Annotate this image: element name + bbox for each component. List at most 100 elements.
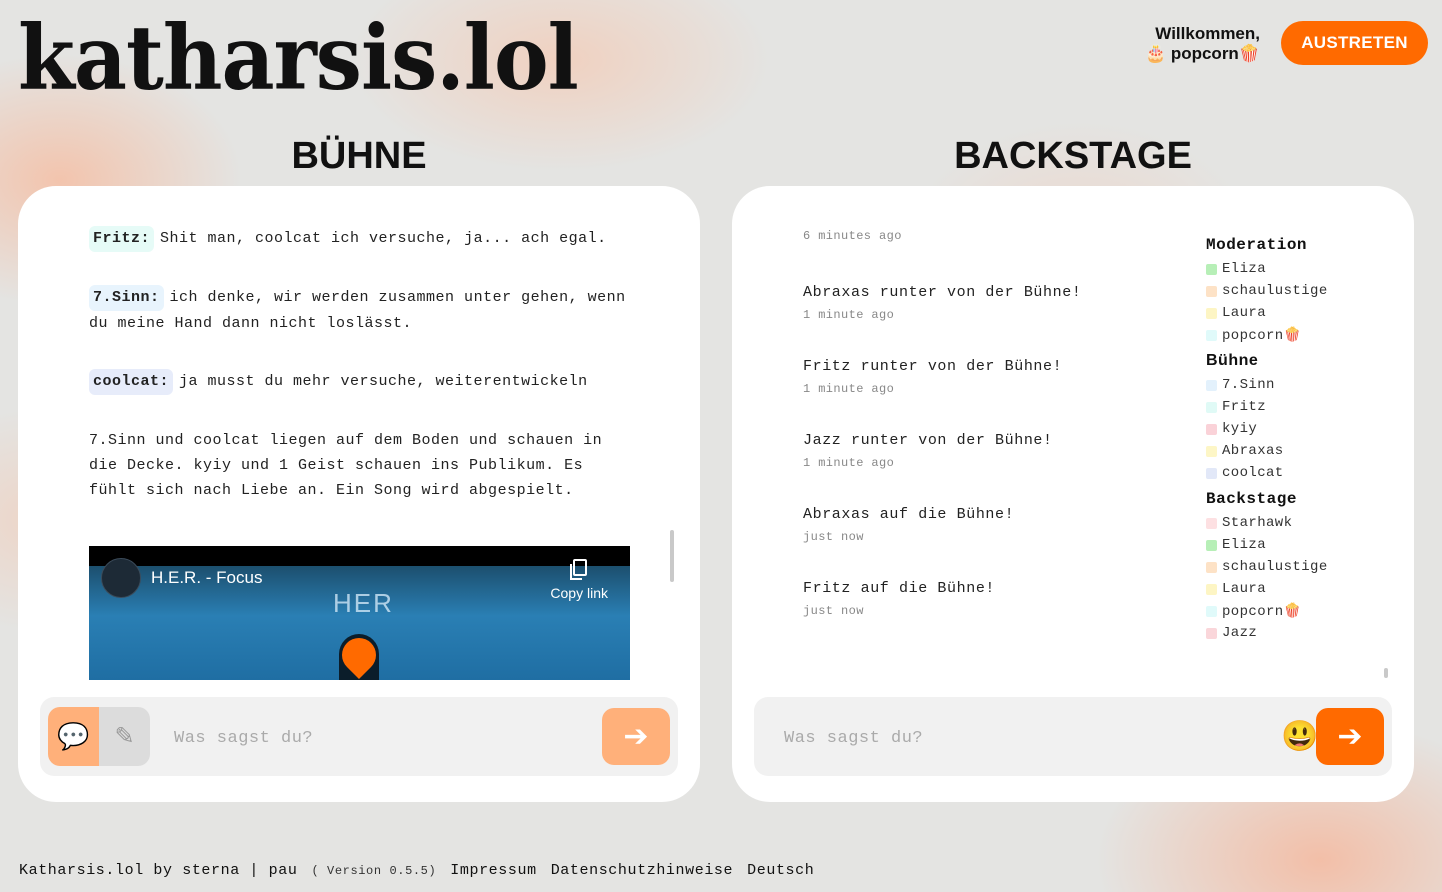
stage-input-bar: 💬 ✎ ➔ bbox=[40, 697, 678, 776]
user-item[interactable]: coolcat bbox=[1206, 462, 1386, 484]
user-color-dot bbox=[1206, 605, 1217, 617]
speaker-badge[interactable]: Fritz: bbox=[89, 226, 155, 252]
app-logo[interactable]: katharsis.lol bbox=[18, 14, 579, 103]
privacy-link[interactable]: Datenschutzhinweise bbox=[551, 862, 733, 879]
group-title: Moderation bbox=[1206, 236, 1308, 254]
user-color-dot bbox=[1206, 329, 1217, 341]
event-time: just now bbox=[803, 604, 864, 618]
user-item[interactable]: Eliza bbox=[1206, 258, 1386, 280]
user-name: coolcat bbox=[1222, 465, 1284, 481]
footer-credit[interactable]: Katharsis.lol by sterna | pau bbox=[19, 862, 297, 879]
user-name: schaulustige bbox=[1222, 559, 1328, 575]
user-item[interactable]: popcorn🍿 bbox=[1206, 324, 1386, 346]
user-item[interactable]: kyiy bbox=[1206, 418, 1386, 440]
message: coolcat: ja musst du mehr versuche, weite… bbox=[89, 369, 629, 395]
user-color-dot bbox=[1206, 539, 1217, 551]
video-title[interactable]: H.E.R. - Focus bbox=[151, 568, 262, 588]
user-color-dot bbox=[1206, 467, 1217, 479]
event-time: 6 minutes ago bbox=[803, 229, 902, 243]
backstage-send-button[interactable]: ➔ bbox=[1316, 708, 1384, 765]
video-brand: HER bbox=[333, 588, 394, 618]
user-color-dot bbox=[1206, 263, 1217, 275]
speaker-badge[interactable]: coolcat: bbox=[89, 369, 174, 395]
version-label: ( Version 0.5.5) bbox=[311, 864, 437, 878]
user-item[interactable]: 7.Sinn bbox=[1206, 374, 1386, 396]
user-color-dot bbox=[1206, 401, 1217, 413]
backstage-input-bar: 😃 ➔ bbox=[754, 697, 1392, 776]
user-group-stage: Bühne 7.Sinn Fritz kyiy Abraxas coolcat bbox=[1206, 352, 1386, 484]
stage-scrollbar[interactable] bbox=[670, 530, 674, 582]
backstage-message-input[interactable] bbox=[782, 723, 1266, 753]
user-name: 7.Sinn bbox=[1222, 377, 1275, 393]
event-text: Abraxas runter von der Bühne! bbox=[803, 284, 1082, 301]
user-name: Starhawk bbox=[1222, 515, 1293, 531]
narration: 7.Sinn und coolcat liegen auf dem Boden … bbox=[89, 432, 603, 499]
event-list: 6 minutes ago Abraxas runter von der Büh… bbox=[803, 226, 1183, 653]
user-item[interactable]: Starhawk bbox=[1206, 512, 1386, 534]
event-text: Abraxas auf die Bühne! bbox=[803, 506, 1015, 523]
leave-button[interactable]: AUSTRETEN bbox=[1281, 21, 1428, 65]
user-color-dot bbox=[1206, 285, 1217, 297]
copy-icon bbox=[570, 559, 588, 580]
stage-title: BÜHNE bbox=[291, 135, 427, 177]
user-name: kyiy bbox=[1222, 421, 1258, 437]
user-item[interactable]: Jazz bbox=[1206, 622, 1386, 644]
speech-bubble-icon: 💬 bbox=[57, 721, 90, 751]
action-mode-toggle[interactable]: ✎ bbox=[99, 707, 150, 766]
pencil-icon: ✎ bbox=[114, 723, 135, 750]
event-time: 1 minute ago bbox=[803, 382, 895, 396]
user-name: schaulustige bbox=[1222, 283, 1328, 299]
user-color-dot bbox=[1206, 423, 1217, 435]
video-embed[interactable]: H.E.R. - Focus Copy link HER bbox=[89, 546, 630, 680]
user-item[interactable]: schaulustige bbox=[1206, 280, 1386, 302]
stage-message-input[interactable] bbox=[172, 723, 596, 753]
user-name: Laura bbox=[1222, 305, 1267, 321]
backstage-panel: 6 minutes ago Abraxas runter von der Büh… bbox=[732, 186, 1414, 802]
channel-avatar[interactable] bbox=[101, 558, 141, 598]
impressum-link[interactable]: Impressum bbox=[450, 862, 536, 879]
user-item[interactable]: Laura bbox=[1206, 302, 1386, 324]
user-item[interactable]: Laura bbox=[1206, 578, 1386, 600]
event-item: Jazz runter von der Bühne! 1 minute ago bbox=[803, 431, 1183, 470]
user-item[interactable]: Eliza bbox=[1206, 534, 1386, 556]
user-item[interactable]: Abraxas bbox=[1206, 440, 1386, 462]
event-time: 1 minute ago bbox=[803, 456, 895, 470]
copy-link-button[interactable]: Copy link bbox=[550, 558, 608, 601]
event-time: just now bbox=[803, 530, 864, 544]
arrow-right-icon: ➔ bbox=[623, 720, 649, 753]
backstage-scrollbar[interactable] bbox=[1384, 668, 1388, 678]
user-list: Moderation Eliza schaulustige Laura popc… bbox=[1206, 236, 1386, 650]
event-item: 6 minutes ago bbox=[803, 229, 1183, 243]
user-name: Eliza bbox=[1222, 537, 1267, 553]
event-text: Fritz runter von der Bühne! bbox=[803, 358, 1063, 375]
event-item: Abraxas runter von der Bühne! 1 minute a… bbox=[803, 283, 1183, 322]
stage-send-button[interactable]: ➔ bbox=[602, 708, 670, 765]
user-item[interactable]: schaulustige bbox=[1206, 556, 1386, 578]
group-title: Backstage bbox=[1206, 490, 1297, 508]
smiley-icon: 😃 bbox=[1281, 719, 1319, 753]
message-text: ja musst du mehr versuche, weiterentwick… bbox=[179, 373, 588, 390]
say-mode-toggle[interactable]: 💬 bbox=[48, 707, 99, 766]
user-group-backstage: Backstage Starhawk Eliza schaulustige La… bbox=[1206, 490, 1386, 644]
copy-link-label: Copy link bbox=[550, 585, 608, 601]
backstage-title: BACKSTAGE bbox=[954, 135, 1192, 177]
user-item[interactable]: popcorn🍿 bbox=[1206, 600, 1386, 622]
user-name: Laura bbox=[1222, 581, 1267, 597]
welcome-message: Willkommen, 🎂 popcorn🍿 bbox=[1145, 24, 1260, 64]
user-color-dot bbox=[1206, 307, 1217, 319]
footer: Katharsis.lol by sterna | pau ( Version 0… bbox=[19, 862, 828, 879]
user-name: Fritz bbox=[1222, 399, 1267, 415]
welcome-username: 🎂 popcorn🍿 bbox=[1144, 44, 1260, 63]
stage-messages: Fritz: Shit man, coolcat ich versuche, ja… bbox=[89, 226, 629, 536]
speaker-badge[interactable]: 7.Sinn: bbox=[89, 285, 164, 311]
event-time: 1 minute ago bbox=[803, 308, 895, 322]
message: 7.Sinn: ich denke, wir werden zusammen un… bbox=[89, 285, 629, 336]
emoji-picker-button[interactable]: 😃 bbox=[1281, 718, 1319, 754]
user-color-dot bbox=[1206, 561, 1217, 573]
event-item: Fritz auf die Bühne! just now bbox=[803, 579, 1183, 618]
language-select[interactable]: Deutsch bbox=[747, 862, 814, 879]
user-item[interactable]: Fritz bbox=[1206, 396, 1386, 418]
user-name: Abraxas bbox=[1222, 443, 1284, 459]
welcome-line: Willkommen, bbox=[1155, 24, 1260, 43]
message-text: Shit man, coolcat ich versuche, ja... ac… bbox=[160, 230, 607, 247]
